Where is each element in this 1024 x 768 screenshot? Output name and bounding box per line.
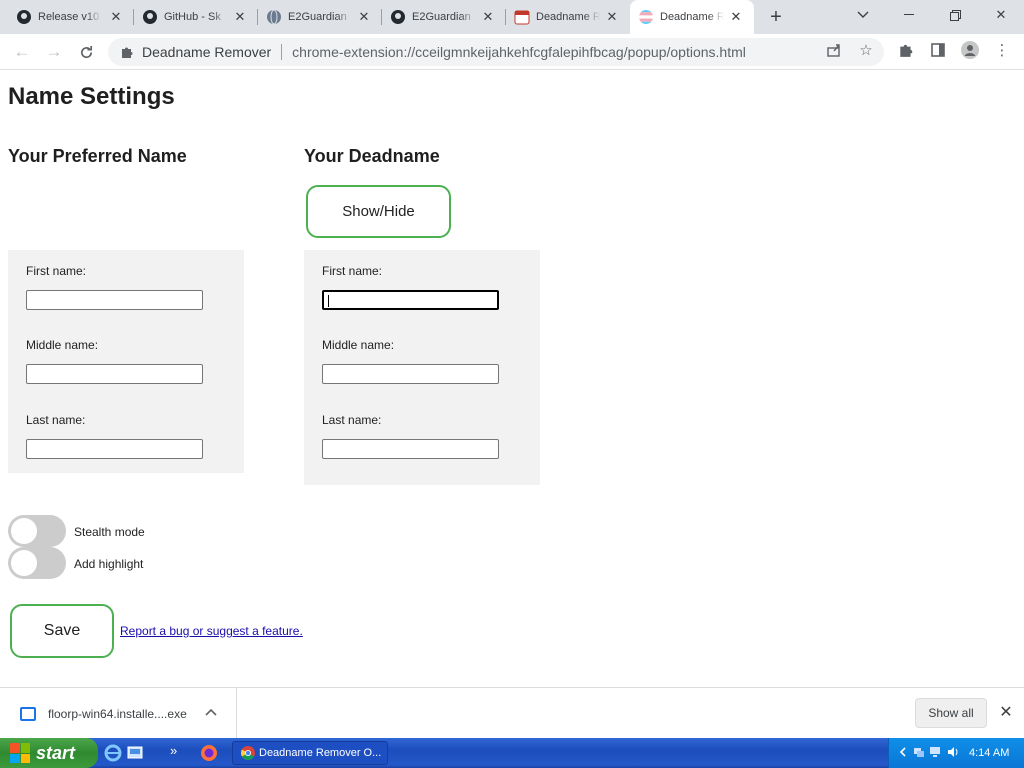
add-highlight-label: Add highlight [74, 557, 144, 571]
forward-icon[interactable]: → [42, 40, 66, 64]
share-icon[interactable] [824, 40, 844, 60]
save-button[interactable]: Save [10, 604, 114, 658]
toggle-knob [11, 550, 37, 576]
omnibox-divider [281, 44, 283, 60]
system-tray: 4:14 AM [888, 738, 1024, 768]
github-icon [16, 9, 32, 25]
installer-file-icon [20, 706, 36, 721]
deadname-panel: First name: Middle name: Last name: [304, 250, 540, 485]
windows-taskbar: start » Deadname Remover O... 4:14 AM [0, 738, 1024, 768]
minimize-icon[interactable] [886, 0, 932, 30]
taskbar-chrome-window[interactable]: Deadname Remover O... [232, 741, 388, 765]
deadname-last-name-input[interactable] [322, 439, 499, 459]
preferred-last-label: Last name: [26, 413, 86, 427]
close-icon[interactable]: ✕ [108, 9, 124, 25]
text-caret [328, 295, 329, 307]
options-page: Name Settings Your Preferred Name Your D… [0, 71, 1024, 687]
close-icon[interactable]: ✕ [356, 9, 372, 25]
chevron-up-icon[interactable] [205, 705, 217, 719]
close-icon[interactable]: ✕ [604, 9, 620, 25]
network-icon[interactable] [913, 746, 925, 758]
url-text: chrome-extension://cceilgmnkeijahkehfcgf… [292, 44, 746, 60]
address-bar[interactable]: Deadname Remover chrome-extension://ccei… [108, 38, 884, 66]
tab-deadname-active[interactable]: Deadname R ✕ [630, 0, 754, 34]
toggle-knob [11, 518, 37, 544]
tab-e2guardian-github[interactable]: E2Guardian ✕ [382, 0, 506, 34]
show-all-button[interactable]: Show all [915, 698, 987, 728]
browser-toolbar: ← → Deadname Remover chrome-extension://… [0, 34, 1024, 70]
quick-launch-overflow-icon[interactable]: » [170, 743, 177, 758]
tab-strip: Release v10 ✕ GitHub - Sk ✕ E2Guardian ✕… [0, 0, 1024, 34]
tab-title: E2Guardian [412, 11, 471, 23]
bookmark-star-icon[interactable]: ☆ [856, 40, 876, 60]
preferred-first-label: First name: [26, 264, 87, 278]
preferred-name-panel: First name: Middle name: Last name: [8, 250, 244, 473]
windows-flag-icon [10, 743, 30, 763]
deadname-middle-name-input[interactable] [322, 364, 499, 384]
close-icon[interactable]: ✕ [728, 9, 744, 25]
tab-deadname-1[interactable]: Deadname R ✕ [506, 0, 630, 34]
deadname-middle-label: Middle name: [322, 338, 395, 352]
close-icon[interactable]: ✕ [232, 9, 248, 25]
tab-title: GitHub - Sk [164, 11, 221, 23]
trans-flag-icon [638, 9, 654, 25]
tab-e2guardian[interactable]: E2Guardian ✕ [258, 0, 382, 34]
page-title: Name Settings [8, 83, 175, 110]
window-close-icon[interactable]: ✕ [978, 0, 1024, 30]
globe-icon [266, 9, 282, 25]
calendar-icon [514, 9, 530, 25]
tab-title: Release v10 [38, 11, 100, 23]
download-shelf: floorp-win64.installe....exe Show all ✕ [0, 687, 1024, 739]
deadname-last-label: Last name: [322, 413, 382, 427]
tab-title: Deadname R [660, 11, 724, 23]
preferred-middle-label: Middle name: [26, 338, 99, 352]
puzzle-icon [120, 44, 136, 60]
internet-explorer-icon[interactable] [104, 744, 122, 762]
preferred-name-heading: Your Preferred Name [8, 146, 187, 166]
clock: 4:14 AM [969, 747, 1010, 759]
site-name: Deadname Remover [142, 44, 272, 60]
github-icon [390, 9, 406, 25]
deadname-first-label: First name: [322, 264, 383, 278]
restore-icon[interactable] [932, 0, 978, 30]
volume-icon[interactable] [947, 746, 959, 758]
close-shelf-icon[interactable]: ✕ [996, 703, 1016, 723]
new-tab-icon[interactable]: + [766, 7, 786, 27]
github-icon [142, 9, 158, 25]
tab-release[interactable]: Release v10 ✕ [8, 0, 134, 34]
stealth-mode-label: Stealth mode [74, 525, 145, 539]
deadname-heading: Your Deadname [304, 146, 440, 166]
extensions-icon[interactable] [896, 40, 916, 60]
show-hide-button[interactable]: Show/Hide [306, 185, 451, 238]
back-icon[interactable]: ← [10, 40, 34, 64]
start-label: start [36, 742, 76, 763]
show-desktop-icon[interactable] [126, 744, 144, 762]
reload-icon[interactable] [74, 40, 98, 64]
tab-search-icon[interactable] [840, 0, 886, 30]
display-icon[interactable] [929, 746, 941, 758]
preferred-middle-name-input[interactable] [26, 364, 203, 384]
close-icon[interactable]: ✕ [480, 9, 496, 25]
download-item[interactable]: floorp-win64.installe....exe [0, 688, 237, 739]
chrome-icon [241, 746, 255, 760]
report-bug-link[interactable]: Report a bug or suggest a feature. [120, 624, 303, 638]
firefox-icon[interactable] [200, 744, 218, 762]
taskbar-window-title: Deadname Remover O... [259, 747, 382, 759]
tab-title: E2Guardian [288, 11, 347, 23]
deadname-first-name-input[interactable] [322, 290, 499, 310]
tab-github[interactable]: GitHub - Sk ✕ [134, 0, 258, 34]
tray-arrow-icon[interactable] [897, 746, 909, 758]
preferred-first-name-input[interactable] [26, 290, 203, 310]
start-button[interactable]: start [0, 738, 98, 768]
side-panel-icon[interactable] [928, 40, 948, 60]
tab-title: Deadname R [536, 11, 600, 23]
add-highlight-toggle[interactable] [8, 547, 66, 579]
profile-avatar-icon[interactable] [960, 40, 980, 60]
download-file-name: floorp-win64.installe....exe [48, 706, 187, 721]
menu-kebab-icon[interactable]: ⋮ [992, 40, 1012, 60]
stealth-mode-toggle[interactable] [8, 515, 66, 547]
preferred-last-name-input[interactable] [26, 439, 203, 459]
